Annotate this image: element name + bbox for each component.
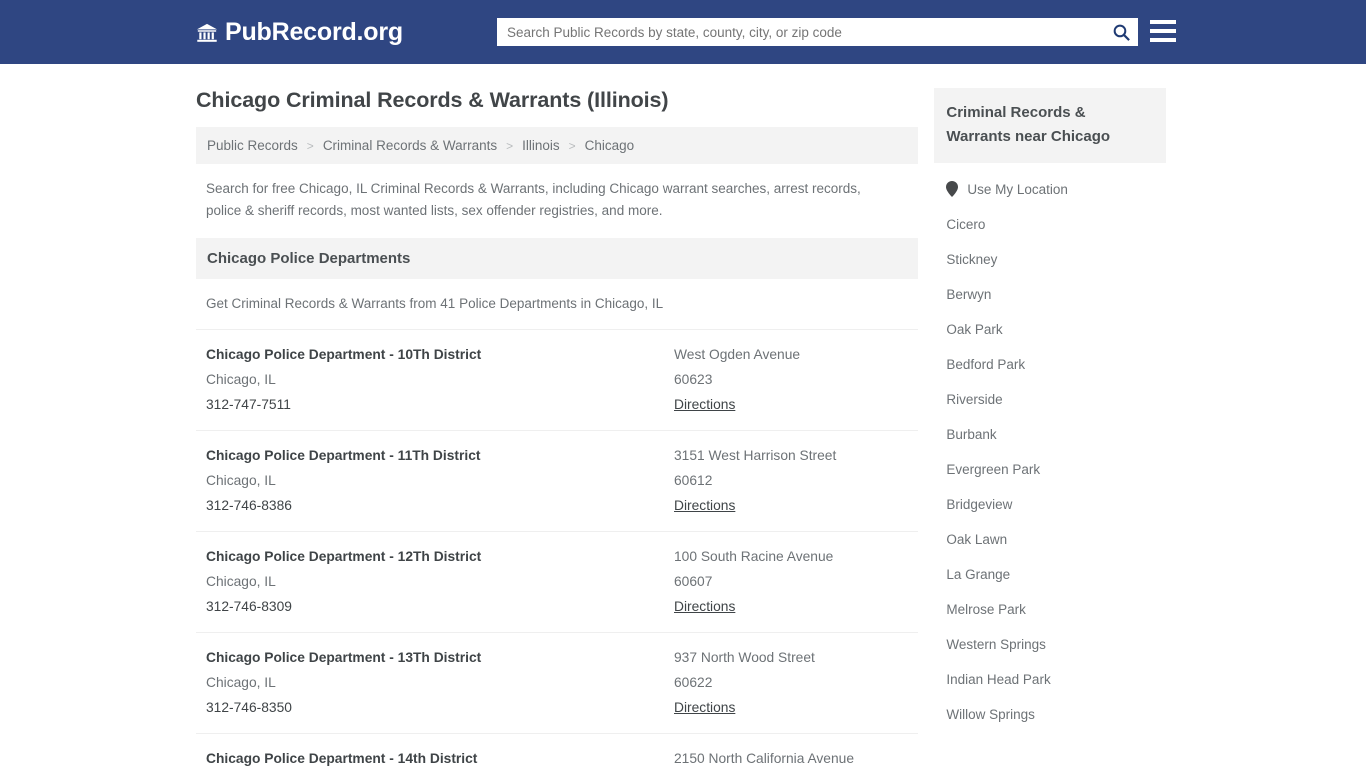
site-logo-link[interactable]: PubRecord.org xyxy=(196,18,403,47)
listing-phone[interactable]: 312-746-8309 xyxy=(206,594,674,619)
hamburger-menu-icon[interactable] xyxy=(1150,20,1176,42)
use-my-location-label: Use My Location xyxy=(967,181,1068,197)
listing-city-state: Chicago, IL xyxy=(206,473,276,488)
listing-row[interactable]: Chicago Police Department - 12Th Distric… xyxy=(196,531,919,632)
listing-phone[interactable]: 312-746-8386 xyxy=(206,493,674,518)
listing-zip: 60622 xyxy=(674,675,713,690)
listing-row[interactable]: Chicago Police Department - 13Th Distric… xyxy=(196,632,919,733)
listing-address-info: 3151 West Harrison Street 60612 Directio… xyxy=(674,443,908,518)
sidebar-item-bridgeview[interactable]: Bridgeview xyxy=(934,487,1166,522)
breadcrumb-item-chicago: Chicago xyxy=(584,138,635,153)
page-intro-text: Search for free Chicago, IL Criminal Rec… xyxy=(206,181,861,218)
listing-address: 3151 West Harrison Street xyxy=(674,448,837,463)
sidebar-item-la-grange[interactable]: La Grange xyxy=(934,557,1166,592)
sidebar: Criminal Records & Warrants near Chicago… xyxy=(934,88,1166,732)
breadcrumb-separator-icon: > xyxy=(568,138,576,153)
sidebar-item-western-springs[interactable]: Western Springs xyxy=(934,627,1166,662)
breadcrumb-item-public-records[interactable]: Public Records xyxy=(207,138,298,153)
listing-address-info: 937 North Wood Street 60622 Directions xyxy=(674,645,908,720)
search-bar xyxy=(497,18,1138,46)
listing-city-state: Chicago, IL xyxy=(206,574,276,589)
breadcrumb-separator-icon: > xyxy=(506,138,514,153)
breadcrumb-separator-icon: > xyxy=(306,138,314,153)
brand-name: PubRecord.org xyxy=(225,17,403,46)
listing-zip: 60607 xyxy=(674,574,713,589)
listing-phone[interactable]: 312-746-8350 xyxy=(206,695,674,720)
sidebar-item-willow-springs[interactable]: Willow Springs xyxy=(934,697,1166,732)
breadcrumb-item-criminal-records-warrants[interactable]: Criminal Records & Warrants xyxy=(323,138,497,153)
sidebar-item-stickney[interactable]: Stickney xyxy=(934,242,1166,277)
sidebar-item-burbank[interactable]: Burbank xyxy=(934,417,1166,452)
search-submit-button[interactable] xyxy=(1104,18,1138,46)
listing-city-state: Chicago, IL xyxy=(206,675,276,690)
sidebar-item-oak-lawn[interactable]: Oak Lawn xyxy=(934,522,1166,557)
listing-name[interactable]: Chicago Police Department - 12Th Distric… xyxy=(206,544,674,569)
section-subtitle: Get Criminal Records & Warrants from 41 … xyxy=(206,296,664,311)
sidebar-item-indian-head-park[interactable]: Indian Head Park xyxy=(934,662,1166,697)
sidebar-title: Criminal Records & Warrants near Chicago xyxy=(934,88,1166,163)
listing-address-info: 2150 North California Avenue 60647 Direc… xyxy=(674,746,908,768)
sidebar-item-cicero[interactable]: Cicero xyxy=(934,207,1166,242)
breadcrumb-item-illinois[interactable]: Illinois xyxy=(522,138,560,153)
site-header: PubRecord.org xyxy=(0,0,1366,64)
use-my-location-button[interactable]: Use My Location xyxy=(934,171,1166,207)
listing-directions-link[interactable]: Directions xyxy=(674,594,735,619)
search-input[interactable] xyxy=(497,19,1104,45)
bank-building-icon xyxy=(196,23,218,42)
listing-address: 100 South Racine Avenue xyxy=(674,549,834,564)
listing-row[interactable]: Chicago Police Department - 10Th Distric… xyxy=(196,329,919,430)
listing-address-info: 100 South Racine Avenue 60607 Directions xyxy=(674,544,908,619)
listing-name[interactable]: Chicago Police Department - 13Th Distric… xyxy=(206,645,674,670)
page-title: Chicago Criminal Records & Warrants (Ill… xyxy=(196,88,669,112)
listing-address: West Ogden Avenue xyxy=(674,347,801,362)
listing-primary-info: Chicago Police Department - 10Th Distric… xyxy=(206,342,674,417)
listing-row[interactable]: Chicago Police Department - 11Th Distric… xyxy=(196,430,919,531)
sidebar-item-riverside[interactable]: Riverside xyxy=(934,382,1166,417)
listing-zip: 60612 xyxy=(674,473,713,488)
section-header-police-departments: Chicago Police Departments xyxy=(196,238,919,279)
content-container: Chicago Criminal Records & Warrants (Ill… xyxy=(196,88,1166,768)
listing-directions-link[interactable]: Directions xyxy=(674,493,735,518)
sidebar-item-melrose-park[interactable]: Melrose Park xyxy=(934,592,1166,627)
listing-address: 937 North Wood Street xyxy=(674,650,815,665)
sidebar-item-bedford-park[interactable]: Bedford Park xyxy=(934,347,1166,382)
listing-city-state: Chicago, IL xyxy=(206,372,276,387)
page-body: Chicago Criminal Records & Warrants (Ill… xyxy=(0,64,1366,768)
sidebar-item-oak-park[interactable]: Oak Park xyxy=(934,312,1166,347)
sidebar-item-berwyn[interactable]: Berwyn xyxy=(934,277,1166,312)
sidebar-item-evergreen-park[interactable]: Evergreen Park xyxy=(934,452,1166,487)
hamburger-bar xyxy=(1150,20,1176,24)
listing-name[interactable]: Chicago Police Department - 11Th Distric… xyxy=(206,443,674,468)
listing-zip: 60623 xyxy=(674,372,713,387)
listing-phone[interactable]: 312-747-7511 xyxy=(206,392,674,417)
hamburger-bar xyxy=(1150,29,1176,33)
listing-directions-link[interactable]: Directions xyxy=(674,695,735,720)
main-column: Chicago Criminal Records & Warrants (Ill… xyxy=(196,88,919,768)
search-icon xyxy=(1113,24,1130,41)
listing-primary-info: Chicago Police Department - 11Th Distric… xyxy=(206,443,674,518)
hamburger-bar xyxy=(1150,38,1176,42)
sidebar-nearby-list: Use My Location Cicero Stickney Berwyn O… xyxy=(934,163,1166,732)
listing-primary-info: Chicago Police Department - 13Th Distric… xyxy=(206,645,674,720)
listing-address-info: West Ogden Avenue 60623 Directions xyxy=(674,342,908,417)
listing-address: 2150 North California Avenue xyxy=(674,751,854,766)
listing-primary-info: Chicago Police Department - 12Th Distric… xyxy=(206,544,674,619)
listing-name[interactable]: Chicago Police Department - 14th Distric… xyxy=(206,746,674,768)
map-pin-icon xyxy=(946,181,959,197)
breadcrumb: Public Records > Criminal Records & Warr… xyxy=(196,127,919,164)
listing-name[interactable]: Chicago Police Department - 10Th Distric… xyxy=(206,342,674,367)
listing-primary-info: Chicago Police Department - 14th Distric… xyxy=(206,746,674,768)
listing-directions-link[interactable]: Directions xyxy=(674,392,735,417)
listing-row[interactable]: Chicago Police Department - 14th Distric… xyxy=(196,733,919,768)
